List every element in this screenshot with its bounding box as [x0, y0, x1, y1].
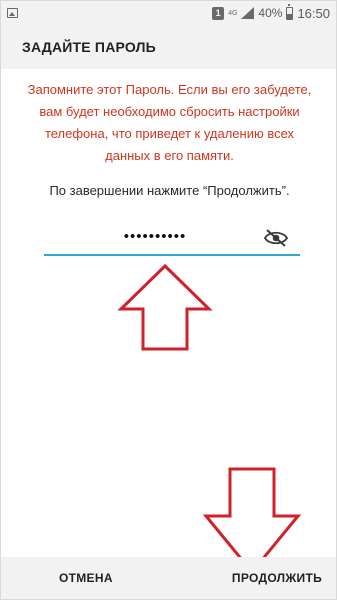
hint-text: По завершении нажмите “Продолжить”.: [49, 183, 290, 198]
status-bar: 1 4G 40% 16:50: [1, 1, 336, 25]
annotation-arrow-up: [117, 263, 213, 351]
network-type-label: 4G: [228, 10, 237, 17]
clock: 16:50: [297, 5, 330, 21]
screen: 1 4G 40% 16:50 ЗАДАЙТЕ ПАРОЛЬ Запомните …: [0, 0, 337, 600]
network-type-text: 4G: [228, 9, 238, 17]
title-bar: ЗАДАЙТЕ ПАРОЛЬ: [1, 25, 336, 69]
cancel-button[interactable]: ОТМЕНА: [59, 571, 113, 585]
password-input[interactable]: ••••••••••: [44, 228, 266, 245]
battery-percent: 40%: [258, 6, 283, 20]
continue-button[interactable]: ПРОДОЛЖИТЬ: [232, 571, 322, 585]
battery-icon: [286, 3, 294, 20]
gallery-icon: [7, 8, 18, 18]
bottom-action-bar: ОТМЕНА ПРОДОЛЖИТЬ: [1, 557, 336, 599]
page-title: ЗАДАЙТЕ ПАРОЛЬ: [22, 39, 156, 55]
sim-icon: 1: [212, 6, 225, 20]
password-field[interactable]: ••••••••••: [44, 224, 300, 256]
status-left: [7, 8, 18, 18]
warning-text: Запомните этот Пароль. Если вы его забуд…: [27, 82, 312, 163]
signal-icon: [241, 7, 255, 19]
eye-off-icon[interactable]: [264, 229, 288, 247]
status-right: 1 4G 40% 16:50: [212, 3, 330, 21]
